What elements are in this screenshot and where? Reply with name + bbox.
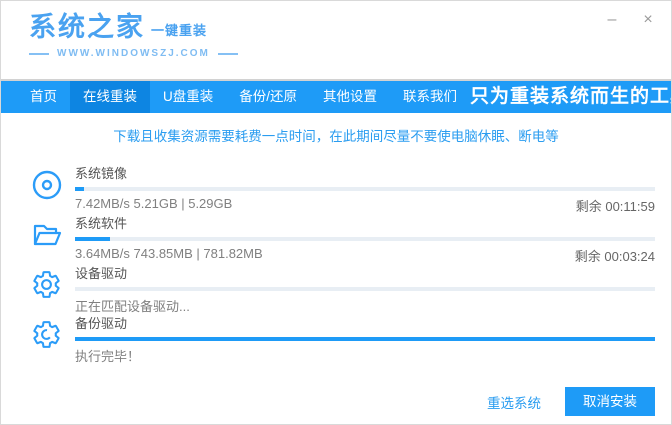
header: 系统之家 一键重装 WWW.WINDOWSZJ.COM – × [1,1,671,79]
logo: 系统之家 一键重装 WWW.WINDOWSZJ.COM [29,14,238,59]
task-label: 系统镜像 [75,166,128,181]
nav-items: 首页 在线重装 U盘重装 备份/还原 其他设置 联系我们 [1,81,470,113]
download-task-list: 系统镜像 7.42MB/s 5.21GB | 5.29GB 剩余 00:11:5… [1,157,671,364]
nav-item-backup-restore[interactable]: 备份/还原 [226,81,310,113]
nav-item-home[interactable]: 首页 [17,81,70,113]
progress-bar [75,287,655,291]
progress-fill [75,187,84,191]
task-label: 备份驱动 [75,316,128,331]
progress-fill [75,237,110,241]
app-window: 系统之家 一键重装 WWW.WINDOWSZJ.COM – × 首页 在线重装 … [0,0,672,425]
task-row-system-software: 系统软件 3.64MB/s 743.85MB | 781.82MB 剩余 00:… [31,211,655,264]
progress-fill [75,337,655,341]
logo-site-url: WWW.WINDOWSZJ.COM [57,48,210,59]
reselect-system-button[interactable]: 重选系统 [487,392,541,412]
disc-icon [31,161,75,201]
progress-bar [75,187,655,191]
notice-text: 下载且收集资源需要耗费一点时间，在此期间尽量不要使电脑休眠、断电等 [113,129,559,144]
nav-item-online-reinstall[interactable]: 在线重装 [70,81,150,113]
cancel-install-button[interactable]: 取消安装 [565,387,655,416]
footer-actions: 重选系统 取消安装 [487,387,655,416]
notice-bar: 下载且收集资源需要耗费一点时间，在此期间尽量不要使电脑休眠、断电等 [1,113,671,157]
task-status: 执行完毕！ [75,349,141,364]
task-row-device-driver: 设备驱动 正在匹配设备驱动... [31,261,655,314]
folder-open-icon [31,211,75,251]
nav-item-other-settings[interactable]: 其他设置 [310,81,390,113]
progress-bar [75,337,655,341]
nav-slogan: 只为重装系统而生的工具 [470,86,672,107]
logo-title: 系统之家 [29,12,145,42]
logo-subtitle: 一键重装 [151,23,208,38]
nav-item-usb-reinstall[interactable]: U盘重装 [150,81,226,113]
minimize-button[interactable]: – [601,9,623,31]
task-row-backup-driver: 备份驱动 执行完毕！ [31,311,655,364]
nav-bar: 首页 在线重装 U盘重装 备份/还原 其他设置 联系我们 只为重装系统而生的工具 [1,79,671,113]
close-button[interactable]: × [637,9,659,31]
task-label: 系统软件 [75,216,128,231]
gear-icon [31,261,75,300]
task-label: 设备驱动 [75,266,128,281]
logo-line-left [29,52,49,55]
nav-item-contact-us[interactable]: 联系我们 [390,81,470,113]
window-controls: – × [601,9,659,31]
logo-line-right [217,52,238,55]
progress-bar [75,237,655,241]
task-row-system-image: 系统镜像 7.42MB/s 5.21GB | 5.29GB 剩余 00:11:5… [31,161,655,214]
gear-sync-icon [31,311,75,350]
